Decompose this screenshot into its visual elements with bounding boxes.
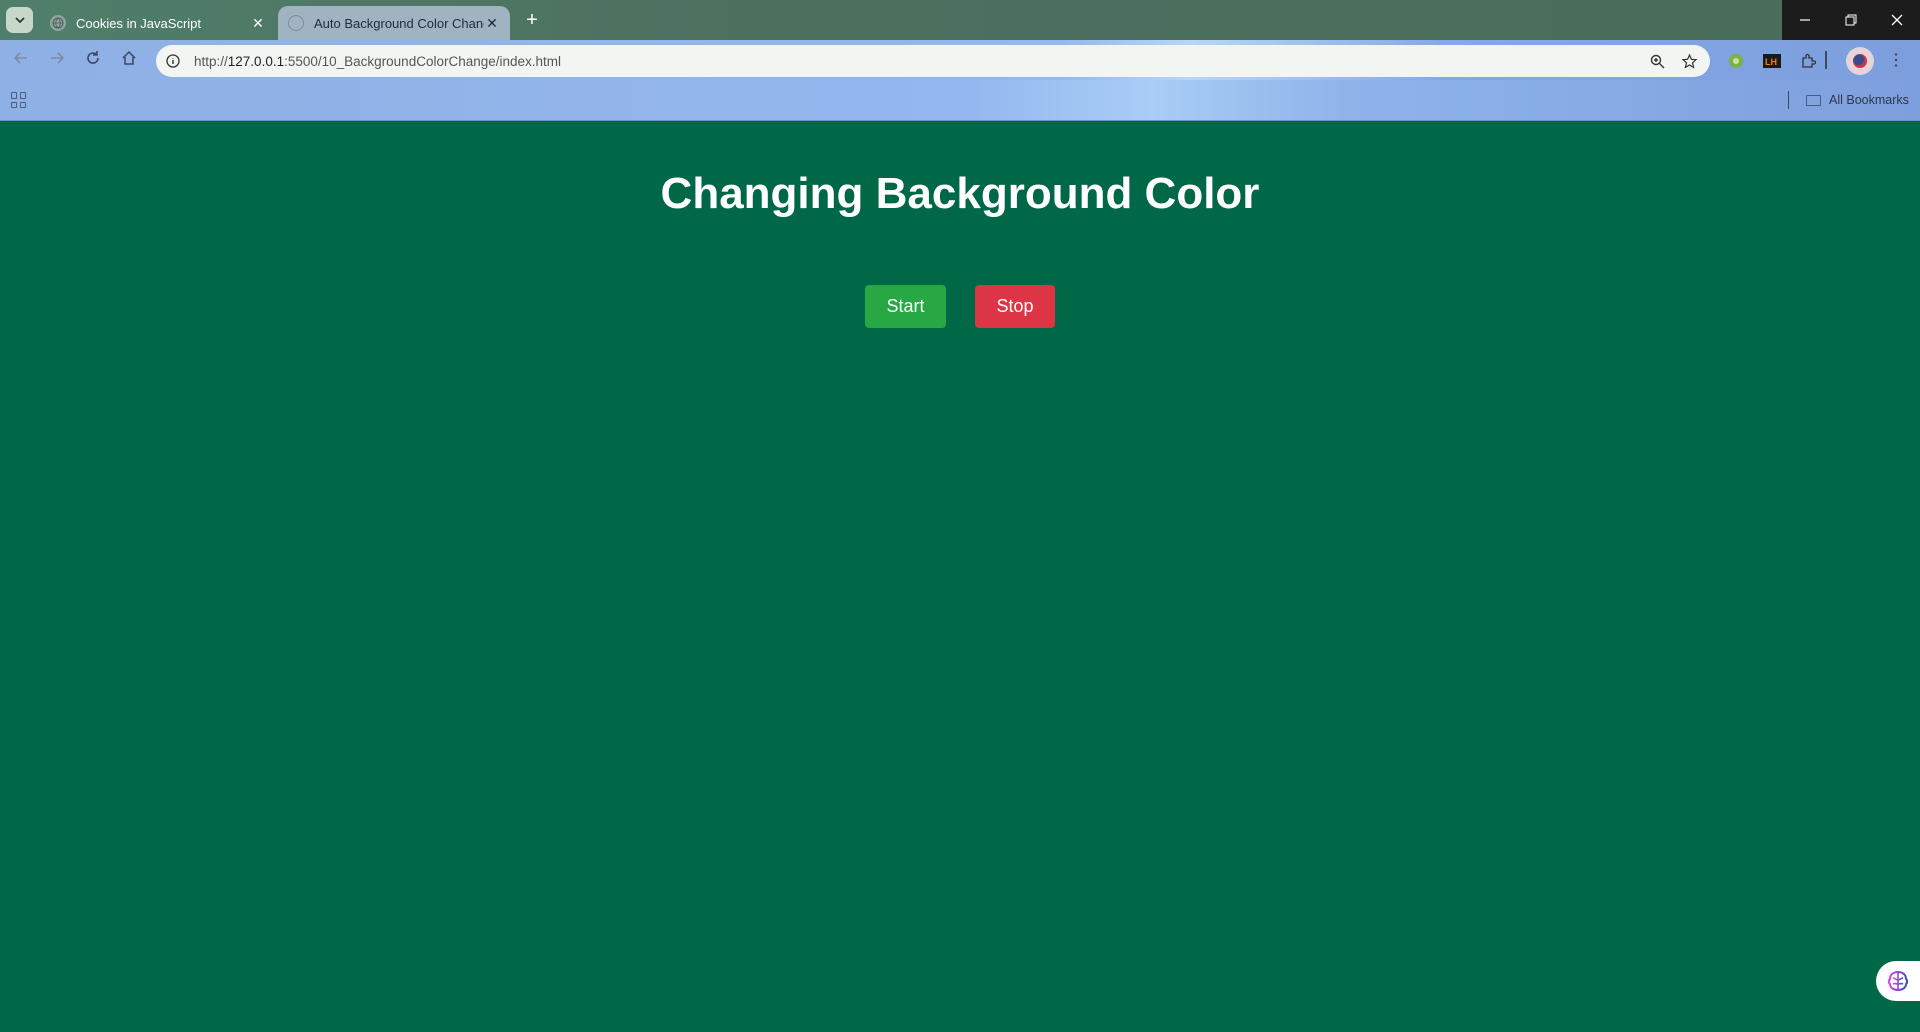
- home-icon[interactable]: [116, 48, 142, 74]
- loading-icon: [288, 15, 304, 31]
- tab-search-button[interactable]: [6, 7, 33, 33]
- tab-title: Auto Background Color Change: [314, 15, 484, 31]
- tab-title: Cookies in JavaScript: [76, 15, 201, 31]
- all-bookmarks-button[interactable]: All Bookmarks: [1806, 90, 1909, 110]
- browser-toolbar: http://127.0.0.1:5500/10_BackgroundColor…: [0, 40, 1920, 80]
- apps-grid-icon[interactable]: [11, 92, 27, 108]
- button-row: Start Stop: [0, 285, 1920, 328]
- minimize-icon[interactable]: [1782, 0, 1828, 40]
- page-title: Changing Background Color: [660, 169, 1260, 218]
- start-button[interactable]: Start: [865, 285, 946, 328]
- url-path: :5500/10_BackgroundColorChange/index.htm…: [284, 53, 562, 69]
- close-icon[interactable]: ✕: [250, 15, 266, 31]
- close-icon[interactable]: ✕: [484, 15, 500, 31]
- tab-strip: Cookies in JavaScript ✕ Auto Background …: [0, 0, 1920, 40]
- chevron-down-icon: [14, 17, 25, 24]
- bookmarks-divider: [1788, 91, 1789, 109]
- profile-avatar[interactable]: [1846, 47, 1874, 75]
- stop-button[interactable]: Stop: [975, 285, 1055, 328]
- restore-icon[interactable]: [1828, 0, 1874, 40]
- more-menu-icon[interactable]: ⋮: [1886, 50, 1906, 72]
- site-info-icon[interactable]: [162, 50, 184, 72]
- extension-green-icon[interactable]: [1725, 50, 1747, 72]
- bookmarks-bar: All Bookmarks: [0, 80, 1920, 121]
- floating-assistant-widget[interactable]: [1876, 961, 1920, 1001]
- brain-icon: [1887, 970, 1909, 992]
- tab-auto-background-color-change[interactable]: Auto Background Color Change ✕: [278, 6, 510, 40]
- reload-icon[interactable]: [80, 48, 106, 74]
- address-bar[interactable]: http://127.0.0.1:5500/10_BackgroundColor…: [156, 45, 1710, 77]
- globe-icon: [50, 15, 66, 31]
- url-text: http://127.0.0.1:5500/10_BackgroundColor…: [194, 54, 1646, 69]
- extension-lh-icon[interactable]: LH: [1761, 50, 1783, 72]
- url-prefix: http://: [194, 53, 228, 69]
- extensions-puzzle-icon[interactable]: [1797, 50, 1819, 72]
- forward-arrow-icon[interactable]: [44, 48, 70, 74]
- window-controls: [1782, 0, 1920, 40]
- svg-text:LH: LH: [1765, 57, 1777, 67]
- all-bookmarks-label: All Bookmarks: [1829, 93, 1909, 107]
- back-arrow-icon[interactable]: [8, 48, 34, 74]
- zoom-icon[interactable]: [1646, 50, 1668, 72]
- toolbar-divider: [1825, 51, 1827, 69]
- folder-icon: [1806, 94, 1821, 106]
- page-viewport: Changing Background Color Start Stop: [0, 121, 1920, 1032]
- url-host: 127.0.0.1: [227, 53, 285, 69]
- close-window-icon[interactable]: [1874, 0, 1920, 40]
- bookmark-star-icon[interactable]: [1678, 50, 1700, 72]
- tab-cookies-in-javascript[interactable]: Cookies in JavaScript ✕: [40, 6, 276, 40]
- new-tab-button[interactable]: +: [520, 8, 544, 32]
